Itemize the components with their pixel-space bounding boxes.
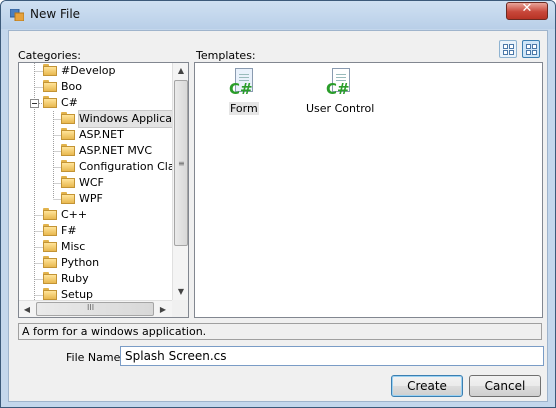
tree-vertical-scroll-thumb[interactable]: ≡	[174, 80, 188, 246]
tree-item-label: #Develop	[61, 64, 116, 77]
folder-icon	[61, 128, 75, 140]
template-label: User Control	[306, 102, 375, 115]
tree-item-label: Windows Applicatio	[77, 110, 188, 128]
tree-item-label: WCF	[79, 176, 104, 189]
file-name-label: File Name	[66, 351, 121, 364]
scroll-grip-icon: ≡	[178, 159, 185, 168]
folder-icon	[43, 224, 57, 236]
dialog-client: Categories: Templates: #Develop Boo C# W…	[8, 30, 548, 402]
tree-item-label: C++	[61, 208, 88, 221]
scroll-right-arrow-icon[interactable]: ▶	[155, 305, 171, 314]
title-bar: New File ✕	[1, 1, 555, 29]
tree-item-label: ASP.NET	[79, 128, 124, 141]
close-icon: ✕	[521, 1, 533, 16]
tree-horizontal-scrollbar[interactable]: ◀ III ▶	[19, 300, 172, 317]
folder-icon	[43, 64, 57, 76]
folder-icon	[43, 272, 57, 284]
scroll-up-arrow-icon[interactable]: ▲	[173, 66, 188, 75]
folder-icon	[43, 96, 57, 108]
csharp-file-icon: C#	[229, 68, 255, 100]
file-name-input[interactable]: Splash Screen.cs	[120, 346, 544, 366]
folder-icon	[43, 240, 57, 252]
template-item[interactable]: C# Form	[222, 68, 262, 118]
folder-icon	[43, 288, 57, 300]
categories-tree[interactable]: #Develop Boo C# Windows Applicatio ASP.NET AS…	[18, 62, 189, 318]
description-box: A form for a windows application.	[18, 323, 542, 340]
folder-icon	[61, 112, 75, 124]
close-button[interactable]: ✕	[506, 1, 548, 20]
tree-item-label: WPF	[79, 192, 103, 205]
tree-item-label: Misc	[61, 240, 86, 253]
create-button[interactable]: Create	[391, 375, 463, 397]
scroll-down-arrow-icon[interactable]: ▼	[173, 287, 188, 296]
small-icons-view-button[interactable]	[522, 40, 540, 58]
folder-icon	[61, 192, 75, 204]
scroll-grip-text: III	[87, 303, 95, 312]
cancel-button[interactable]: Cancel	[469, 375, 541, 397]
template-label: Form	[229, 102, 259, 115]
tree-item-label: ASP.NET MVC	[79, 144, 153, 157]
folder-icon	[43, 80, 57, 92]
templates-label: Templates:	[196, 49, 256, 62]
templates-list[interactable]: C# Form C# User Control	[194, 62, 543, 318]
template-item[interactable]: C# User Control	[299, 68, 379, 118]
scroll-corner	[172, 300, 188, 317]
large-icons-view-button[interactable]	[499, 40, 517, 58]
tree-horizontal-scroll-thumb[interactable]: III	[36, 302, 154, 316]
tree-vertical-scrollbar[interactable]: ▲ ≡ ▼	[172, 63, 188, 300]
csharp-file-icon: C#	[326, 68, 352, 100]
tree-item-label: F#	[61, 224, 77, 237]
app-icon	[10, 9, 24, 21]
scroll-left-arrow-icon[interactable]: ◀	[19, 305, 35, 314]
folder-icon	[43, 208, 57, 220]
categories-label: Categories:	[18, 49, 81, 62]
tree-item-label: Ruby	[61, 272, 89, 285]
window-title: New File	[30, 7, 81, 21]
new-file-dialog: New File ✕ Categories: Templates: #Devel…	[0, 0, 556, 408]
folder-icon	[61, 160, 75, 172]
tree-item-label: Python	[61, 256, 100, 269]
collapse-minus-icon	[30, 99, 39, 108]
folder-icon	[61, 144, 75, 156]
folder-icon	[43, 256, 57, 268]
tree-item-label: C#	[61, 96, 78, 109]
tree-item-label: Boo	[61, 80, 83, 93]
folder-icon	[61, 176, 75, 188]
